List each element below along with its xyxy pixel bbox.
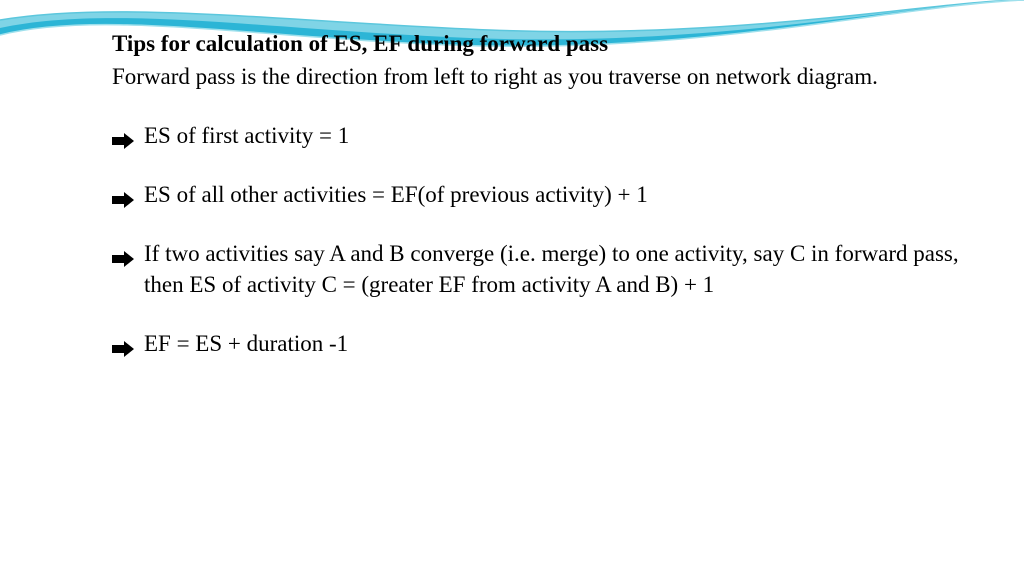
bullet-text: EF = ES + duration -1 [144,328,964,359]
arrow-right-icon [112,238,134,269]
slide-title: Tips for calculation of ES, EF during fo… [112,28,964,59]
slide-content: Tips for calculation of ES, EF during fo… [112,28,964,387]
arrow-right-icon [112,328,134,359]
bullet-item: If two activities say A and B converge (… [112,238,964,300]
arrow-right-icon [112,120,134,151]
bullet-item: ES of all other activities = EF(of previ… [112,179,964,210]
slide-intro: Forward pass is the direction from left … [112,61,964,92]
bullet-item: ES of first activity = 1 [112,120,964,151]
bullet-item: EF = ES + duration -1 [112,328,964,359]
bullet-text: If two activities say A and B converge (… [144,238,964,300]
bullet-text: ES of all other activities = EF(of previ… [144,179,964,210]
bullet-text: ES of first activity = 1 [144,120,964,151]
arrow-right-icon [112,179,134,210]
